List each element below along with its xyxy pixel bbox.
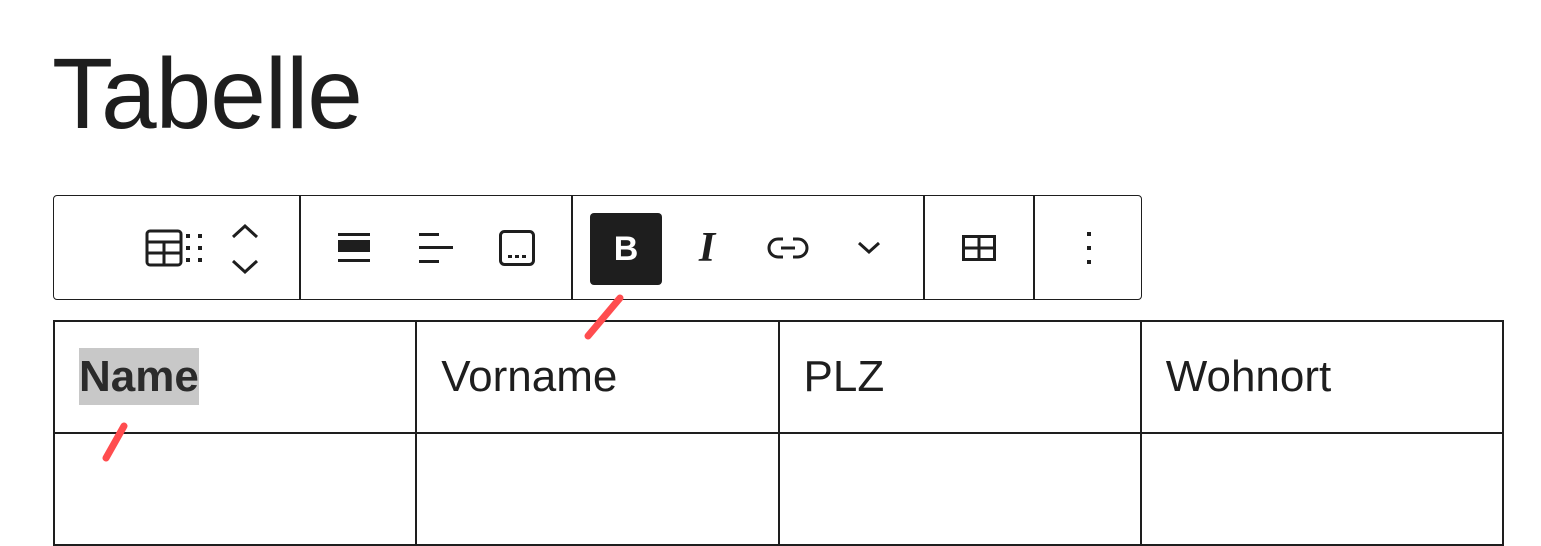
align-left-icon (419, 233, 453, 263)
toolbar-separator (1033, 196, 1035, 299)
italic-icon: I (698, 225, 716, 271)
drag-handle[interactable] (141, 212, 213, 284)
selected-text: Name (79, 348, 199, 405)
caption-icon (499, 230, 535, 266)
table-row (52, 432, 1505, 546)
chevron-down-icon (231, 259, 259, 275)
link-icon (767, 237, 809, 259)
chevron-down-icon (857, 241, 881, 255)
table-cell[interactable] (415, 432, 780, 546)
toolbar-separator (923, 196, 925, 299)
table-cell[interactable]: PLZ (777, 320, 1142, 434)
align-text-button[interactable] (400, 212, 472, 284)
move-up-button[interactable] (210, 216, 280, 246)
italic-button[interactable]: I (671, 212, 743, 284)
more-formats-button[interactable] (833, 212, 905, 284)
toolbar-separator (571, 196, 573, 299)
header-section-icon (338, 233, 370, 262)
chevron-up-icon (231, 223, 259, 239)
bold-icon: B (613, 230, 639, 268)
header-section-button[interactable] (318, 212, 390, 284)
bold-button[interactable]: B (590, 213, 662, 285)
drag-handle-icon (186, 234, 202, 262)
caption-button[interactable] (481, 212, 553, 284)
block-toolbar: B I (53, 195, 1142, 300)
move-down-button[interactable] (210, 252, 280, 282)
annotation-arrow-icon (102, 422, 128, 462)
table-cell[interactable]: Wohnort (1139, 320, 1505, 434)
table-row: Name Vorname PLZ Wohnort (52, 320, 1505, 434)
options-button[interactable] (1053, 212, 1125, 284)
page-title: Tabelle (52, 38, 363, 150)
annotation-arrow-icon (584, 294, 624, 340)
more-vertical-icon (1087, 232, 1091, 264)
table-grid-icon (962, 235, 996, 261)
edit-table-button[interactable] (943, 212, 1015, 284)
link-button[interactable] (752, 212, 824, 284)
table-cell[interactable] (777, 432, 1142, 546)
table-cell[interactable]: Name (52, 320, 418, 434)
toolbar-separator (299, 196, 301, 299)
data-table: Name Vorname PLZ Wohnort (52, 320, 1505, 546)
table-cell[interactable] (1139, 432, 1505, 546)
